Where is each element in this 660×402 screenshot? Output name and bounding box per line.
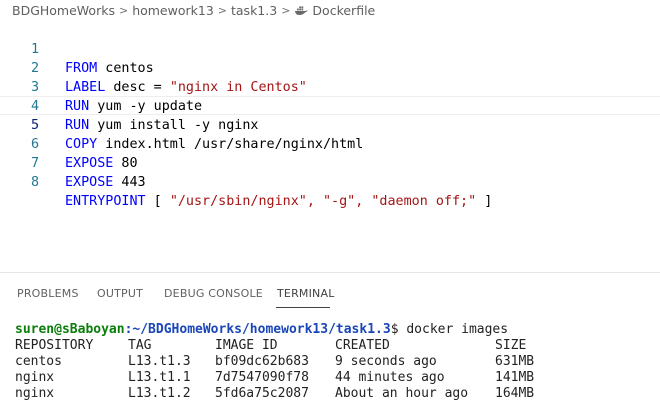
docker-whale-icon bbox=[294, 5, 308, 16]
tab-debug-console[interactable]: DEBUG CONSOLE bbox=[164, 287, 263, 300]
column-header: IMAGE ID bbox=[215, 338, 278, 353]
active-tab-indicator bbox=[276, 307, 330, 308]
code-plain: 443 bbox=[113, 175, 146, 190]
table-cell: bf09dc62b683 bbox=[215, 354, 309, 369]
breadcrumb-item-homework13[interactable]: homework13 bbox=[132, 3, 214, 18]
breadcrumb-item-task[interactable]: task1.3 bbox=[231, 3, 277, 18]
table-cell: L13.t1.2 bbox=[128, 386, 191, 401]
table-cell: nginx bbox=[15, 386, 55, 401]
prompt-path: :~/BDGHomeWorks/homework13/task1.3 bbox=[124, 322, 391, 337]
table-row: centos L13.t1.3 bf09dc62b683 9 seconds a… bbox=[15, 354, 655, 370]
keyword: EXPOSE bbox=[65, 175, 114, 190]
table-cell: 5fd6a75c2087 bbox=[215, 386, 309, 401]
terminal-prompt-line: suren@sBaboyan:~/BDGHomeWorks/homework13… bbox=[15, 322, 508, 338]
terminal-command: docker images bbox=[406, 322, 509, 337]
prompt-suffix: $ bbox=[390, 322, 407, 337]
column-header: TAG bbox=[128, 338, 152, 353]
tab-output[interactable]: OUTPUT bbox=[97, 287, 143, 300]
code-editor[interactable]: 1 FROM centos 2 LABEL desc = "nginx in C… bbox=[0, 20, 660, 272]
table-cell: 7d7547090f78 bbox=[215, 370, 309, 385]
table-row: nginx L13.t1.2 5fd6a75c2087 About an hou… bbox=[15, 386, 655, 402]
table-cell: About an hour ago bbox=[335, 386, 469, 401]
code-line[interactable]: 4 RUN yum install -y nginx bbox=[0, 78, 660, 133]
code-line[interactable]: 7 EXPOSE 443 bbox=[0, 135, 660, 190]
table-cell: 164MB bbox=[495, 386, 535, 401]
table-cell: 631MB bbox=[495, 354, 535, 369]
terminal-table-header: REPOSITORY TAG IMAGE ID CREATED SIZE bbox=[15, 338, 655, 354]
panel-tab-bar: PROBLEMS OUTPUT DEBUG CONSOLE TERMINAL bbox=[0, 272, 660, 312]
column-header: REPOSITORY bbox=[15, 338, 94, 353]
tab-problems[interactable]: PROBLEMS bbox=[17, 287, 79, 300]
table-cell: centos bbox=[15, 354, 62, 369]
breadcrumb-item-bdghomeworks[interactable]: BDGHomeWorks bbox=[12, 3, 115, 18]
chevron-right-icon: > bbox=[217, 3, 227, 17]
code-line[interactable]: 6 EXPOSE 80 bbox=[0, 116, 660, 171]
breadcrumb: BDGHomeWorks > homework13 > task1.3 > Do… bbox=[0, 0, 660, 20]
string-literal: "/usr/sbin/nginx", "-g", "daemon off;" bbox=[169, 194, 477, 209]
table-cell: L13.t1.1 bbox=[128, 370, 191, 385]
code-text: EXPOSE 443 bbox=[65, 173, 146, 192]
code-line-current[interactable]: 5 COPY index.html /usr/share/nginx/html bbox=[0, 96, 660, 152]
breadcrumb-item-dockerfile[interactable]: Dockerfile bbox=[312, 3, 375, 18]
chevron-right-icon: > bbox=[118, 3, 129, 17]
table-cell: 44 minutes ago bbox=[335, 370, 445, 385]
code-line[interactable]: 8 ENTRYPOINT [ "/usr/sbin/nginx", "-g", … bbox=[0, 154, 660, 209]
column-header: SIZE bbox=[495, 338, 527, 353]
tab-terminal[interactable]: TERMINAL bbox=[277, 287, 335, 300]
table-cell: nginx bbox=[15, 370, 55, 385]
code-line[interactable]: 2 LABEL desc = "nginx in Centos" bbox=[0, 40, 660, 95]
code-plain: ] bbox=[476, 194, 493, 209]
code-line[interactable]: 3 RUN yum -y update bbox=[0, 59, 660, 114]
code-plain: [ bbox=[145, 194, 170, 209]
table-cell: 141MB bbox=[495, 370, 535, 385]
code-text: ENTRYPOINT [ "/usr/sbin/nginx", "-g", "d… bbox=[65, 192, 492, 211]
table-row: nginx L13.t1.1 7d7547090f78 44 minutes a… bbox=[15, 370, 655, 386]
table-cell: L13.t1.3 bbox=[128, 354, 191, 369]
table-cell: 9 seconds ago bbox=[335, 354, 437, 369]
chevron-right-icon: > bbox=[281, 3, 291, 17]
terminal-view[interactable]: suren@sBaboyan:~/BDGHomeWorks/homework13… bbox=[0, 320, 660, 402]
line-number: 8 bbox=[30, 175, 39, 190]
code-line[interactable]: 1 FROM centos bbox=[0, 21, 660, 76]
column-header: CREATED bbox=[335, 338, 390, 353]
prompt-user: suren@sBaboyan bbox=[15, 322, 125, 337]
keyword: ENTRYPOINT bbox=[65, 194, 146, 209]
